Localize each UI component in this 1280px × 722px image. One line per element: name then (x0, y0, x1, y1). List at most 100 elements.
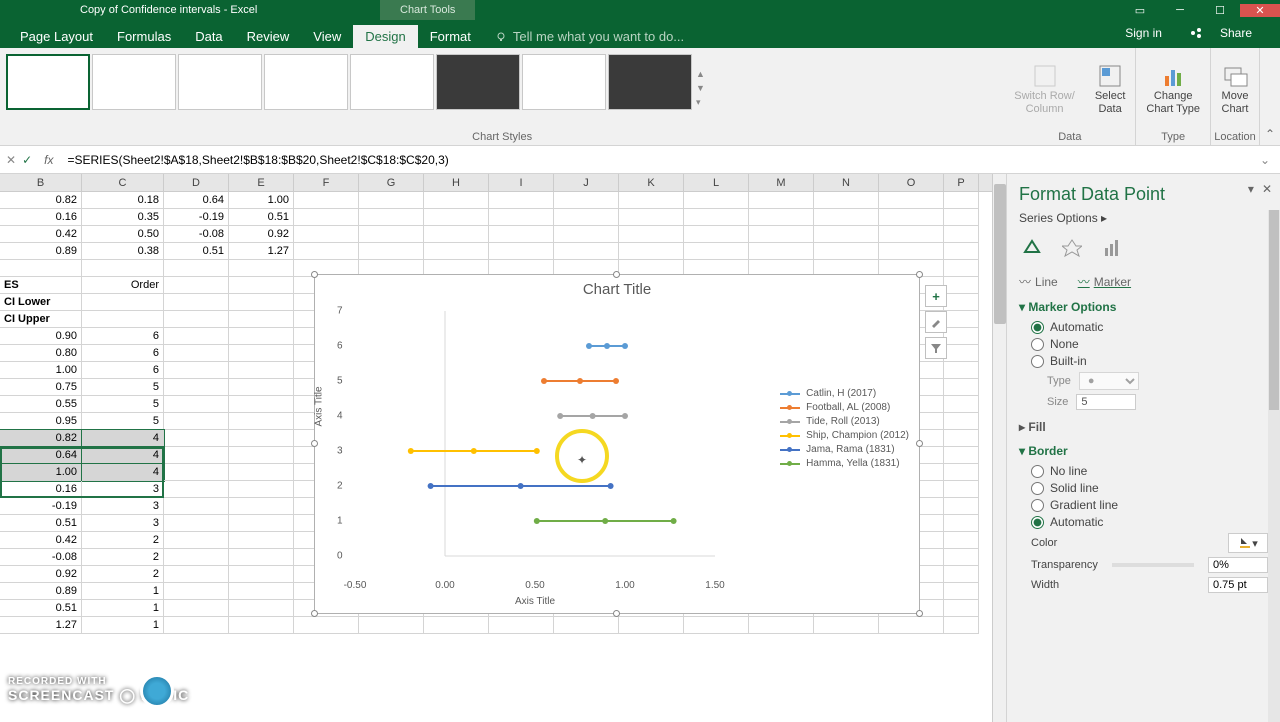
cell[interactable] (164, 566, 229, 583)
cell[interactable] (229, 532, 294, 549)
tab-formulas[interactable]: Formulas (105, 25, 183, 48)
cell[interactable] (489, 192, 554, 209)
cell[interactable] (749, 617, 814, 634)
chart-styles-button[interactable] (925, 311, 947, 333)
cell[interactable]: 0.42 (0, 226, 82, 243)
border-solid-radio[interactable]: Solid line (1031, 481, 1268, 495)
cell[interactable] (749, 192, 814, 209)
column-header[interactable]: O (879, 174, 944, 191)
cell[interactable] (424, 209, 489, 226)
cell[interactable] (944, 600, 979, 617)
cell[interactable] (944, 583, 979, 600)
cell[interactable] (164, 447, 229, 464)
border-section[interactable]: ▾ Border (1019, 444, 1268, 458)
cell[interactable] (944, 243, 979, 260)
cell[interactable] (814, 192, 879, 209)
cell[interactable] (359, 243, 424, 260)
cell[interactable]: 0.64 (164, 192, 229, 209)
cell[interactable] (229, 294, 294, 311)
cell[interactable] (749, 209, 814, 226)
resize-handle[interactable] (311, 610, 318, 617)
cell[interactable]: 3 (82, 498, 164, 515)
tab-review[interactable]: Review (235, 25, 302, 48)
styles-more-icon[interactable]: ▾ (694, 95, 708, 110)
cell[interactable]: 0.35 (82, 209, 164, 226)
cell[interactable] (489, 243, 554, 260)
effects-tab-icon[interactable] (1059, 235, 1085, 261)
cell[interactable] (944, 328, 979, 345)
cell[interactable] (229, 396, 294, 413)
border-noline-radio[interactable]: No line (1031, 464, 1268, 478)
cell[interactable] (229, 617, 294, 634)
maximize-icon[interactable]: ☐ (1200, 4, 1240, 17)
chart-style-1[interactable] (6, 54, 90, 110)
cell[interactable] (229, 345, 294, 362)
chart-style-5[interactable] (350, 54, 434, 110)
column-header[interactable]: I (489, 174, 554, 191)
y-axis-title[interactable]: Axis Title (314, 386, 325, 426)
formula-expand-icon[interactable]: ⌄ (1260, 153, 1270, 167)
cell[interactable] (814, 226, 879, 243)
cell[interactable] (424, 617, 489, 634)
scroll-thumb[interactable] (994, 184, 1006, 324)
cell[interactable] (229, 447, 294, 464)
cell[interactable]: 0.51 (164, 243, 229, 260)
cell[interactable] (749, 226, 814, 243)
chart-style-6[interactable] (436, 54, 520, 110)
cell[interactable] (164, 413, 229, 430)
cell[interactable] (944, 464, 979, 481)
cell[interactable] (164, 600, 229, 617)
cell[interactable] (489, 209, 554, 226)
cell[interactable]: 4 (82, 430, 164, 447)
column-header[interactable]: E (229, 174, 294, 191)
column-header[interactable]: J (554, 174, 619, 191)
cell[interactable] (619, 226, 684, 243)
cell[interactable]: 1 (82, 617, 164, 634)
cell[interactable]: -0.19 (164, 209, 229, 226)
cell[interactable] (944, 515, 979, 532)
plot-area[interactable]: 01234567 -0.500.000.501.001.50 Axis Titl… (355, 311, 715, 571)
chart-series-svg[interactable] (355, 311, 715, 571)
cell[interactable]: 0.55 (0, 396, 82, 413)
change-chart-type-button[interactable]: Change Chart Type (1136, 48, 1210, 129)
cell[interactable]: 5 (82, 413, 164, 430)
cell[interactable] (944, 430, 979, 447)
tab-page-layout[interactable]: Page Layout (8, 25, 105, 48)
cell[interactable] (619, 243, 684, 260)
cell[interactable]: 2 (82, 566, 164, 583)
series-options-dropdown[interactable]: Series Options ▸ (1019, 211, 1268, 225)
cell[interactable] (164, 515, 229, 532)
cell[interactable]: 0.89 (0, 583, 82, 600)
fill-section[interactable]: ▸ Fill (1019, 420, 1268, 434)
cell[interactable]: 0.90 (0, 328, 82, 345)
cell[interactable]: 0.51 (0, 600, 82, 617)
cell[interactable] (82, 260, 164, 277)
cell[interactable] (554, 617, 619, 634)
cell[interactable]: 0.50 (82, 226, 164, 243)
column-header[interactable]: F (294, 174, 359, 191)
cell[interactable]: 6 (82, 345, 164, 362)
cell[interactable] (164, 277, 229, 294)
tab-format[interactable]: Format (418, 25, 483, 48)
cell[interactable] (229, 260, 294, 277)
column-header[interactable]: D (164, 174, 229, 191)
tell-me-input[interactable]: Tell me what you want to do... (483, 25, 696, 48)
resize-handle[interactable] (916, 271, 923, 278)
cell[interactable] (944, 226, 979, 243)
legend-item[interactable]: Tide, Roll (2013) (780, 416, 909, 427)
cell[interactable] (164, 498, 229, 515)
cell[interactable] (164, 260, 229, 277)
cell[interactable] (814, 209, 879, 226)
cell[interactable] (229, 328, 294, 345)
border-gradient-radio[interactable]: Gradient line (1031, 498, 1268, 512)
cell[interactable]: -0.08 (164, 226, 229, 243)
chart-title[interactable]: Chart Title (315, 275, 919, 298)
cell[interactable] (944, 192, 979, 209)
cell[interactable]: 0.42 (0, 532, 82, 549)
column-header[interactable]: G (359, 174, 424, 191)
legend-item[interactable]: Ship, Champion (2012) (780, 430, 909, 441)
cell[interactable] (944, 345, 979, 362)
cell[interactable]: 3 (82, 481, 164, 498)
cell[interactable] (814, 617, 879, 634)
resize-handle[interactable] (311, 271, 318, 278)
